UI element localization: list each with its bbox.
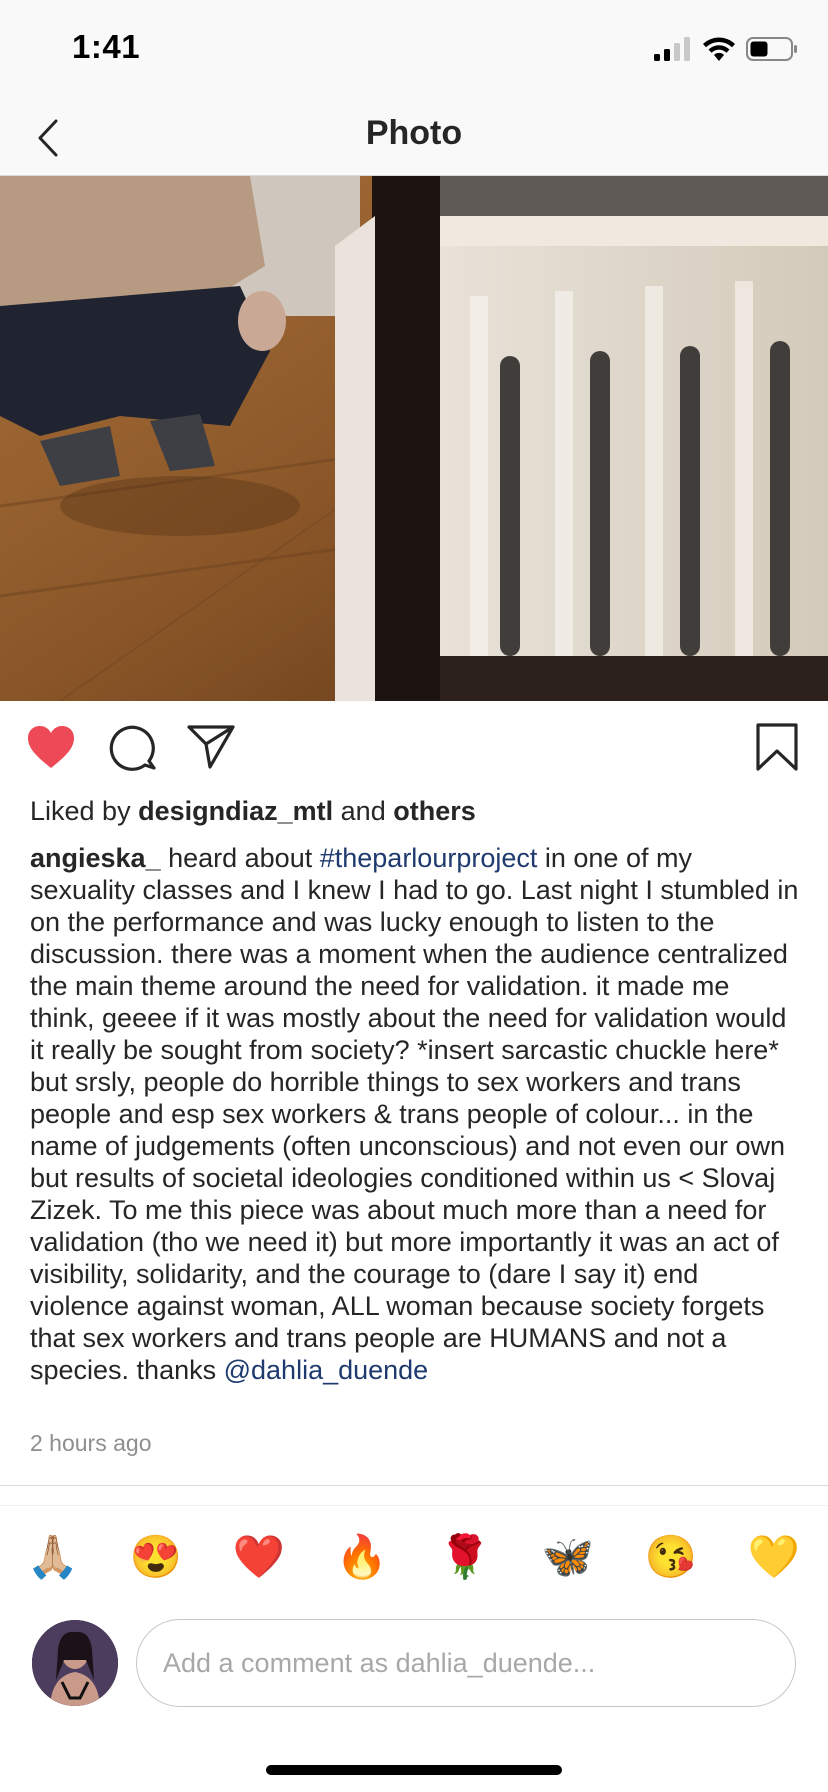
caption-hashtag[interactable]: #theparlourproject [320, 843, 538, 873]
avatar-image [32, 1620, 118, 1706]
post-caption: angieska_ heard about #theparlourproject… [30, 842, 800, 1386]
post-actions [0, 720, 828, 780]
caption-text-2: in one of my sexuality classes and I kne… [30, 843, 799, 1385]
liker-username[interactable]: designdiaz_mtl [138, 796, 333, 826]
nav-bar: Photo [0, 100, 828, 176]
emoji-folded-hands[interactable]: 🙏🏼 [26, 1530, 80, 1584]
emoji-yellow-heart[interactable]: 💛 [747, 1530, 801, 1584]
emoji-rose[interactable]: 🌹 [438, 1530, 492, 1584]
emoji-kiss[interactable]: 😘 [644, 1530, 698, 1584]
share-button[interactable] [184, 720, 238, 774]
quick-reactions: 🙏🏼 😍 ❤️ 🔥 🌹 🦋 😘 💛 [0, 1530, 828, 1584]
heart-icon [28, 726, 74, 768]
divider [0, 1485, 828, 1486]
avatar[interactable] [32, 1620, 118, 1706]
home-indicator[interactable] [266, 1765, 562, 1775]
photo-image [0, 176, 828, 701]
caption-username[interactable]: angieska_ [30, 843, 161, 873]
post-photo[interactable] [0, 176, 828, 701]
likes-others-link[interactable]: others [393, 796, 476, 826]
cellular-signal-icon [654, 37, 690, 61]
emoji-red-heart[interactable]: ❤️ [232, 1530, 286, 1584]
comment-input[interactable] [136, 1619, 796, 1707]
caption-text-1: heard about [160, 843, 320, 873]
status-time: 1:41 [72, 28, 141, 65]
status-bar: 1:41 [0, 0, 828, 100]
bookmark-button[interactable] [750, 720, 804, 774]
emoji-heart-eyes[interactable]: 😍 [129, 1530, 183, 1584]
status-icons [654, 34, 798, 64]
comment-button[interactable] [106, 720, 160, 774]
post-timestamp: 2 hours ago [30, 1430, 152, 1456]
likes-prefix: Liked by [30, 796, 131, 826]
like-button[interactable] [24, 720, 78, 774]
share-icon [187, 725, 235, 769]
likes-summary: Liked by designdiaz_mtl and others [30, 796, 476, 827]
divider [0, 1505, 828, 1506]
caption-mention[interactable]: @dahlia_duende [224, 1355, 429, 1385]
likes-middle: and [340, 796, 386, 826]
page-title: Photo [365, 114, 463, 152]
comment-icon [109, 725, 156, 771]
bookmark-icon [756, 723, 798, 771]
wifi-icon [703, 37, 735, 61]
battery-icon [746, 37, 797, 61]
emoji-fire[interactable]: 🔥 [335, 1530, 389, 1584]
emoji-butterfly[interactable]: 🦋 [541, 1530, 595, 1584]
